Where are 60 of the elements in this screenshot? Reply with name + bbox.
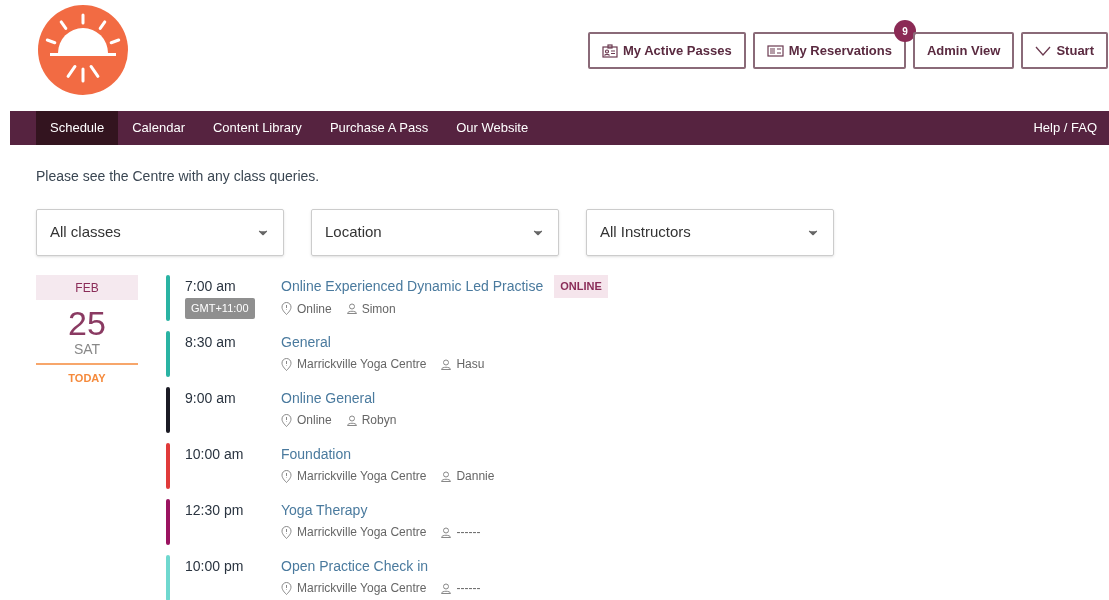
filter-dropdown[interactable]: Location: [311, 209, 559, 256]
weekday-label: SAT: [73, 341, 101, 357]
class-time: 8:30 am: [185, 333, 236, 351]
header-button[interactable]: Admin View: [913, 32, 1015, 69]
header-button[interactable]: My Active Passes: [588, 32, 746, 69]
class-location: Marrickville Yoga Centre: [297, 356, 427, 373]
nav-tab[interactable]: Purchase A Pass: [315, 111, 443, 145]
nav-tab[interactable]: Our Website: [442, 111, 543, 145]
location-pin-icon: [281, 581, 292, 595]
class-time: 12:30 pm: [185, 501, 244, 519]
class-location: Marrickville Yoga Centre: [297, 468, 427, 485]
class-instructor: Hasu: [456, 356, 485, 373]
location-pin-icon: [281, 357, 292, 371]
class-title-link[interactable]: Online General: [281, 387, 376, 409]
class-time: 9:00 am: [185, 389, 236, 407]
nav-tab[interactable]: Content Library: [199, 111, 316, 145]
class-time: 7:00 am: [185, 277, 236, 295]
person-icon: [441, 526, 452, 538]
header-button[interactable]: Stuart: [1021, 32, 1108, 69]
filter-dropdown[interactable]: All Instructors: [586, 209, 834, 256]
location-pin-icon: [281, 413, 292, 427]
class-title-link[interactable]: Foundation: [281, 443, 352, 465]
month-label: FEB: [36, 275, 138, 300]
count-badge: 9: [894, 20, 916, 42]
online-tag: ONLINE: [554, 275, 608, 298]
ticket-icon: [766, 44, 784, 57]
day-number: 25: [68, 305, 106, 341]
class-location: Marrickville Yoga Centre: [297, 524, 427, 541]
class-time: 10:00 pm: [185, 557, 244, 575]
today-label: TODAY: [68, 371, 106, 386]
location-pin-icon: [281, 469, 292, 483]
class-instructor: Dannie: [456, 468, 495, 485]
person-icon: [441, 358, 452, 370]
timezone-badge: GMT+11:00: [185, 298, 255, 319]
notice-text: Please see the Centre with any class queries.: [36, 167, 321, 186]
person-icon: [441, 582, 452, 594]
person-icon: [441, 470, 452, 482]
nav-tab[interactable]: Schedule: [36, 111, 119, 145]
id-card-icon: [602, 43, 618, 58]
class-title-link[interactable]: General: [281, 331, 331, 353]
class-instructor: Simon: [361, 300, 396, 318]
class-location: Marrickville Yoga Centre: [297, 580, 427, 597]
class-time: 10:00 am: [185, 445, 244, 463]
person-icon: [346, 414, 357, 426]
chevron-down-icon: [1035, 45, 1052, 56]
class-instructor: ------: [456, 524, 481, 541]
nav-tab[interactable]: Calendar: [118, 111, 199, 145]
filter-dropdown[interactable]: All classes: [36, 209, 284, 256]
class-title-link[interactable]: Open Practice Check in: [281, 555, 429, 577]
class-title-link[interactable]: Online Experienced Dynamic Led Practise: [281, 275, 544, 298]
class-title-link[interactable]: Yoga Therapy: [281, 499, 368, 521]
location-pin-icon: [281, 302, 292, 315]
class-location: Online: [297, 412, 332, 429]
sun-logo-icon: [38, 5, 128, 95]
class-location: Online: [297, 300, 332, 318]
class-instructor: Robyn: [361, 412, 397, 429]
help-link[interactable]: Help / FAQ: [1033, 111, 1109, 145]
location-pin-icon: [281, 525, 292, 539]
person-icon: [346, 303, 357, 314]
class-instructor: ------: [456, 580, 481, 597]
